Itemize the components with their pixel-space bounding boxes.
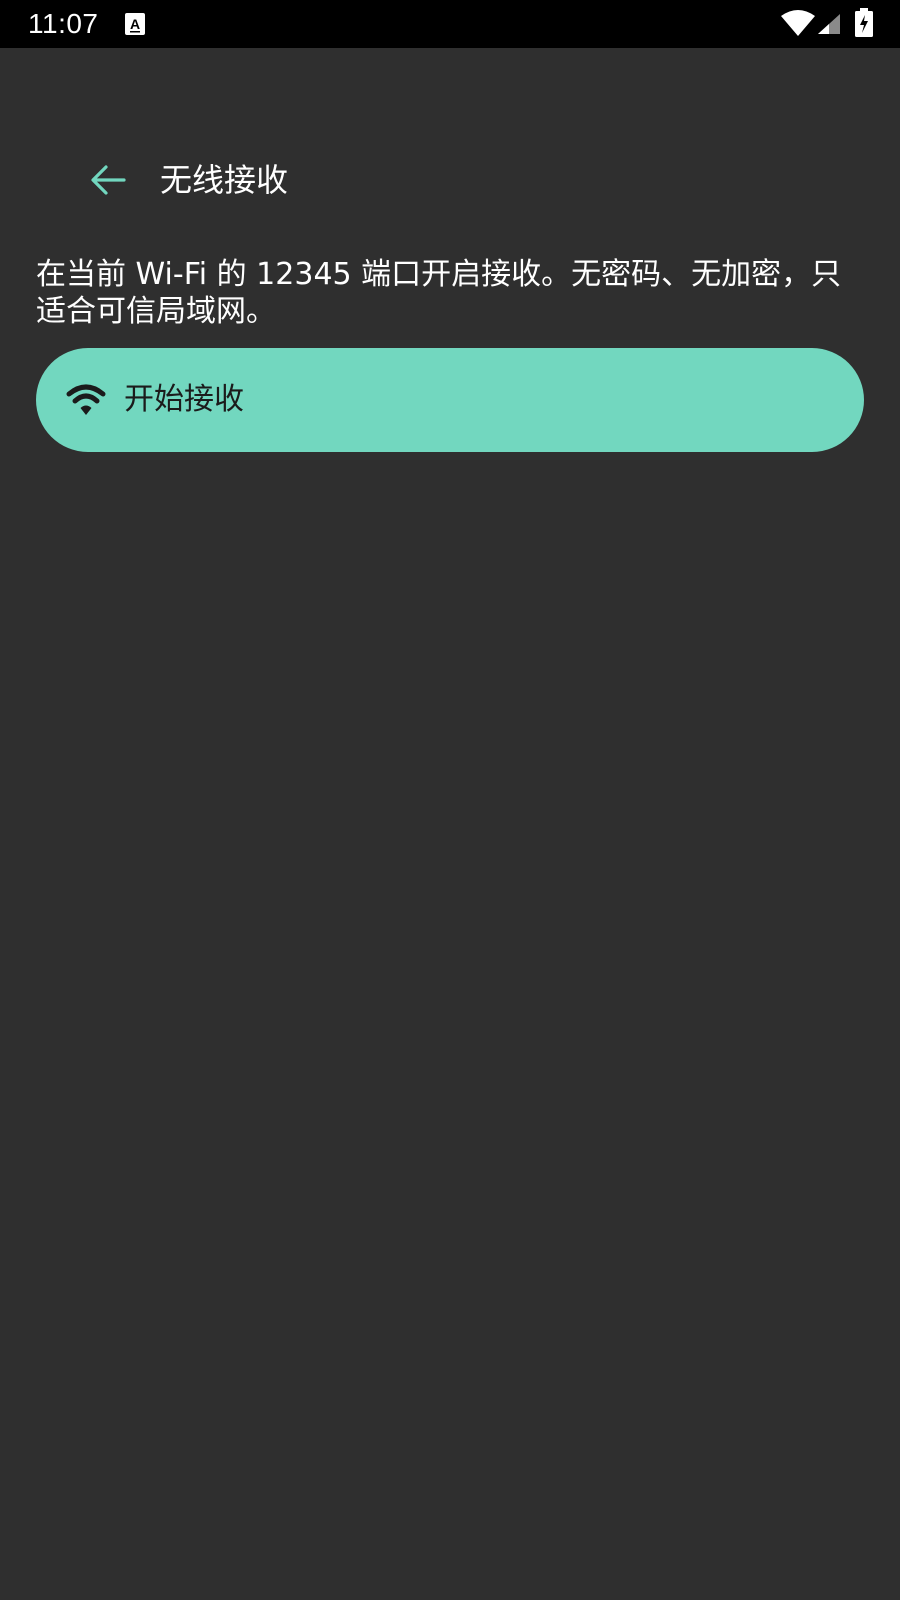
svg-text:A: A bbox=[130, 16, 140, 32]
page-title: 无线接收 bbox=[160, 161, 289, 199]
wifi-icon bbox=[781, 10, 815, 36]
app-bar: 无线接收 bbox=[0, 48, 900, 268]
cell-signal-icon bbox=[818, 14, 840, 34]
back-button[interactable] bbox=[82, 154, 134, 206]
arrow-back-icon bbox=[91, 165, 126, 195]
start-receive-button[interactable]: 开始接收 bbox=[36, 348, 864, 452]
start-receive-label: 开始接收 bbox=[124, 382, 244, 417]
status-time: 11:07 bbox=[28, 8, 99, 39]
description-text: 在当前 Wi-Fi 的 12345 端口开启接收。无密码、无加密，只适合可信局域… bbox=[36, 257, 842, 329]
status-bar: 11:07 A bbox=[0, 0, 900, 48]
notification-a-icon: A bbox=[125, 13, 145, 35]
battery-charging-icon bbox=[855, 8, 873, 37]
wifi-icon bbox=[66, 384, 106, 415]
